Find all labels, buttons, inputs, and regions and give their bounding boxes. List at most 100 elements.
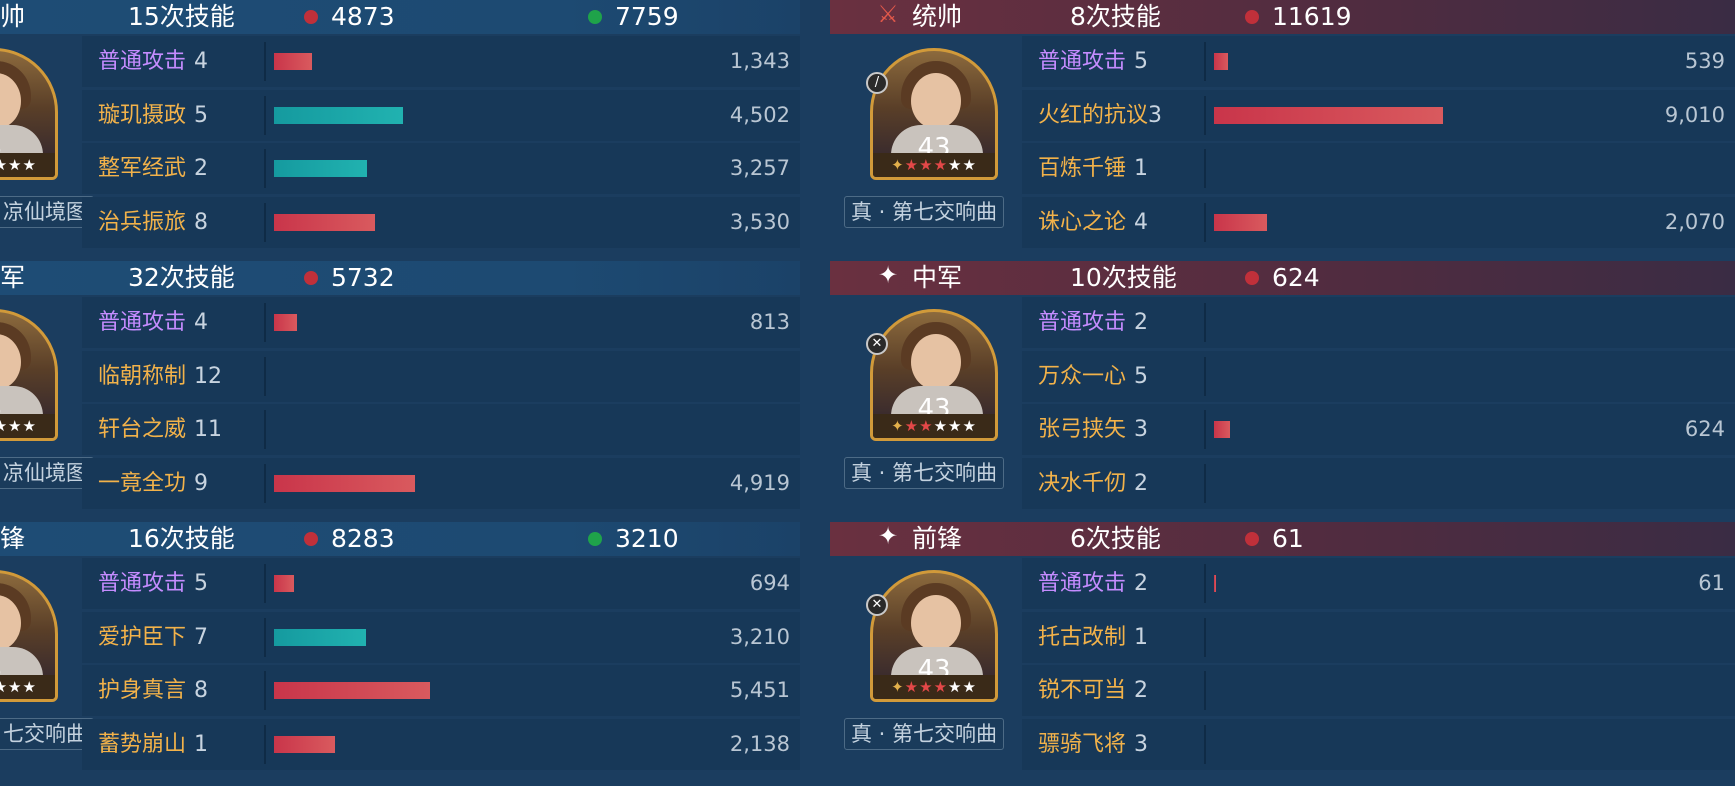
damage-dot-icon: [304, 271, 318, 285]
skill-row[interactable]: 托古改制 1: [1022, 611, 1735, 663]
star-icon: ★: [962, 417, 977, 435]
left-unit-block: 帅 15次技能 4873 7759 3✦★★★★★ 凉仙境图 普通攻击 4 1,343 璇玑摄政 5…: [0, 0, 800, 261]
row-divider: [264, 463, 266, 503]
skill-value: 1,343: [729, 49, 790, 73]
skill-value: 9,010: [1664, 102, 1725, 127]
skill-value: 2,070: [1664, 209, 1725, 234]
tactic-tag[interactable]: 真 · 第七交响曲: [844, 457, 1005, 489]
skill-row[interactable]: 锐不可当 2: [1022, 665, 1735, 717]
skill-name: 普通攻击: [1038, 310, 1127, 335]
skill-row[interactable]: 火红的抗议 3 9,010: [1022, 89, 1735, 141]
damage-bar: [274, 213, 375, 231]
unit-role: 中军: [912, 263, 963, 292]
tactic-tag[interactable]: 凉仙境图: [0, 457, 94, 489]
star-icon: ★: [919, 678, 934, 696]
row-divider: [264, 303, 266, 342]
tactic-tag[interactable]: 真 · 第七交响曲: [844, 196, 1005, 228]
star-icon: ★: [8, 678, 23, 696]
skill-row[interactable]: 诛心之论 4 2,070: [1022, 196, 1735, 248]
general-portrait[interactable]: 3✦★★★★★: [0, 570, 58, 702]
row-divider: [264, 617, 266, 657]
skill-row[interactable]: 蓄势崩山 1 2,138: [82, 718, 800, 770]
skill-row[interactable]: 决水千仞 2: [1022, 457, 1735, 509]
general-portrait[interactable]: 43 ✦★★★★★: [870, 48, 998, 180]
right-unit-block: ✦ 中军 10次技能 624 43 ✦★★★★★ ✕ 真 · 第七交响曲 普通攻击 2 万众一心 5 张…: [830, 261, 1735, 522]
damage-bar: [274, 474, 415, 492]
skill-cast-count: 2: [1134, 571, 1148, 596]
unit-header: ✦ 中军 10次技能 624: [830, 261, 1735, 295]
portrait-face: [911, 73, 961, 129]
star-icon: ★: [8, 417, 23, 435]
skill-name: 张弓挟矢: [1038, 417, 1127, 443]
skill-row[interactable]: 普通攻击 4 813: [82, 297, 800, 348]
heal-dot-icon: [588, 10, 602, 24]
equipment-badge-icon: ✕: [866, 594, 888, 616]
damage-dot-icon: [1245, 271, 1259, 285]
general-portrait[interactable]: 43 ✦★★★★★: [870, 570, 998, 702]
general-portrait[interactable]: 3✦★★★★★: [0, 309, 58, 441]
star-rating: ✦★★★★★: [0, 675, 55, 699]
skill-cast-count: 5: [194, 571, 208, 596]
left-unit-block: 军 32次技能 5732 3✦★★★★★ 凉仙境图 普通攻击 4 813 临朝称制 12 轩台之威 1…: [0, 261, 800, 522]
skill-name: 骠骑飞将: [1038, 731, 1127, 757]
row-divider: [264, 42, 266, 81]
star-icon: ★: [919, 417, 934, 435]
row-divider: [264, 564, 266, 603]
skill-row[interactable]: 万众一心 5: [1022, 350, 1735, 402]
skill-rows: 普通攻击 4 813 临朝称制 12 轩台之威 11 一竟全功 9 4,919: [82, 297, 800, 511]
star-rating: ✦★★★★★: [873, 675, 995, 699]
skill-row[interactable]: 一竟全功 9 4,919: [82, 457, 800, 509]
skill-row[interactable]: 普通攻击 5 694: [82, 558, 800, 609]
skill-name: 普通攻击: [98, 49, 187, 74]
skill-cast-count: 2: [1134, 310, 1148, 335]
star-icon: ★: [22, 678, 37, 696]
skill-row[interactable]: 骠骑飞将 3: [1022, 718, 1735, 770]
skill-row[interactable]: 普通攻击 5 539: [1022, 36, 1735, 87]
skill-row[interactable]: 整军经武 2 3,257: [82, 143, 800, 195]
unit-header: 锋 16次技能 8283 3210: [0, 522, 800, 556]
star-icon: ★: [904, 678, 920, 696]
skill-row[interactable]: 爱护臣下 7 3,210: [82, 611, 800, 663]
skill-value: 3,530: [729, 209, 790, 234]
damage-dot-icon: [1245, 532, 1259, 546]
star-icon: ★: [948, 678, 963, 696]
skill-row[interactable]: 普通攻击 4 1,343: [82, 36, 800, 87]
star-icon: ★: [933, 156, 949, 174]
skill-value: 624: [1684, 417, 1725, 442]
skill-cast-count: 2: [1134, 470, 1148, 496]
skill-name: 临朝称制: [98, 363, 187, 389]
general-portrait[interactable]: 3✦★★★★★: [0, 48, 58, 180]
skill-row[interactable]: 百炼千锤 1: [1022, 143, 1735, 195]
damage-dot-icon: [1245, 10, 1259, 24]
skill-row[interactable]: 轩台之威 11: [82, 404, 800, 456]
sparkle-icon: ✦: [877, 522, 899, 550]
heal-bar: [274, 628, 366, 646]
skill-row[interactable]: 治兵振旅 8 3,530: [82, 196, 800, 248]
emblem-icon: ✦: [891, 156, 905, 174]
skill-cast-count: 4: [194, 49, 208, 74]
tactic-tag[interactable]: 七交响曲: [0, 718, 94, 750]
damage-bar: [274, 735, 335, 753]
skill-name: 普通攻击: [1038, 571, 1127, 596]
skill-name: 整军经武: [98, 156, 187, 182]
skill-row[interactable]: 护身真言 8 5,451: [82, 665, 800, 717]
tactic-tag[interactable]: 真 · 第七交响曲: [844, 718, 1005, 750]
skill-row[interactable]: 普通攻击 2: [1022, 297, 1735, 348]
row-divider: [1204, 724, 1206, 764]
skill-count: 6次技能: [1070, 524, 1161, 553]
skill-row[interactable]: 临朝称制 12: [82, 350, 800, 402]
star-rating: ✦★★★★★: [873, 414, 995, 438]
general-portrait[interactable]: 43 ✦★★★★★: [870, 309, 998, 441]
row-divider: [264, 202, 266, 242]
skill-value: 5,451: [729, 678, 790, 703]
star-icon: ★: [948, 156, 963, 174]
row-divider: [264, 95, 266, 135]
skill-row[interactable]: 张弓挟矢 3 624: [1022, 404, 1735, 456]
damage-total: 61: [1272, 524, 1304, 553]
skill-row[interactable]: 璇玑摄政 5 4,502: [82, 89, 800, 141]
tactic-tag[interactable]: 凉仙境图: [0, 196, 94, 228]
skill-cast-count: 4: [194, 310, 208, 335]
skill-row[interactable]: 普通攻击 2 61: [1022, 558, 1735, 609]
equipment-badge-icon: /: [866, 72, 888, 94]
heal-total: 3210: [615, 524, 679, 553]
